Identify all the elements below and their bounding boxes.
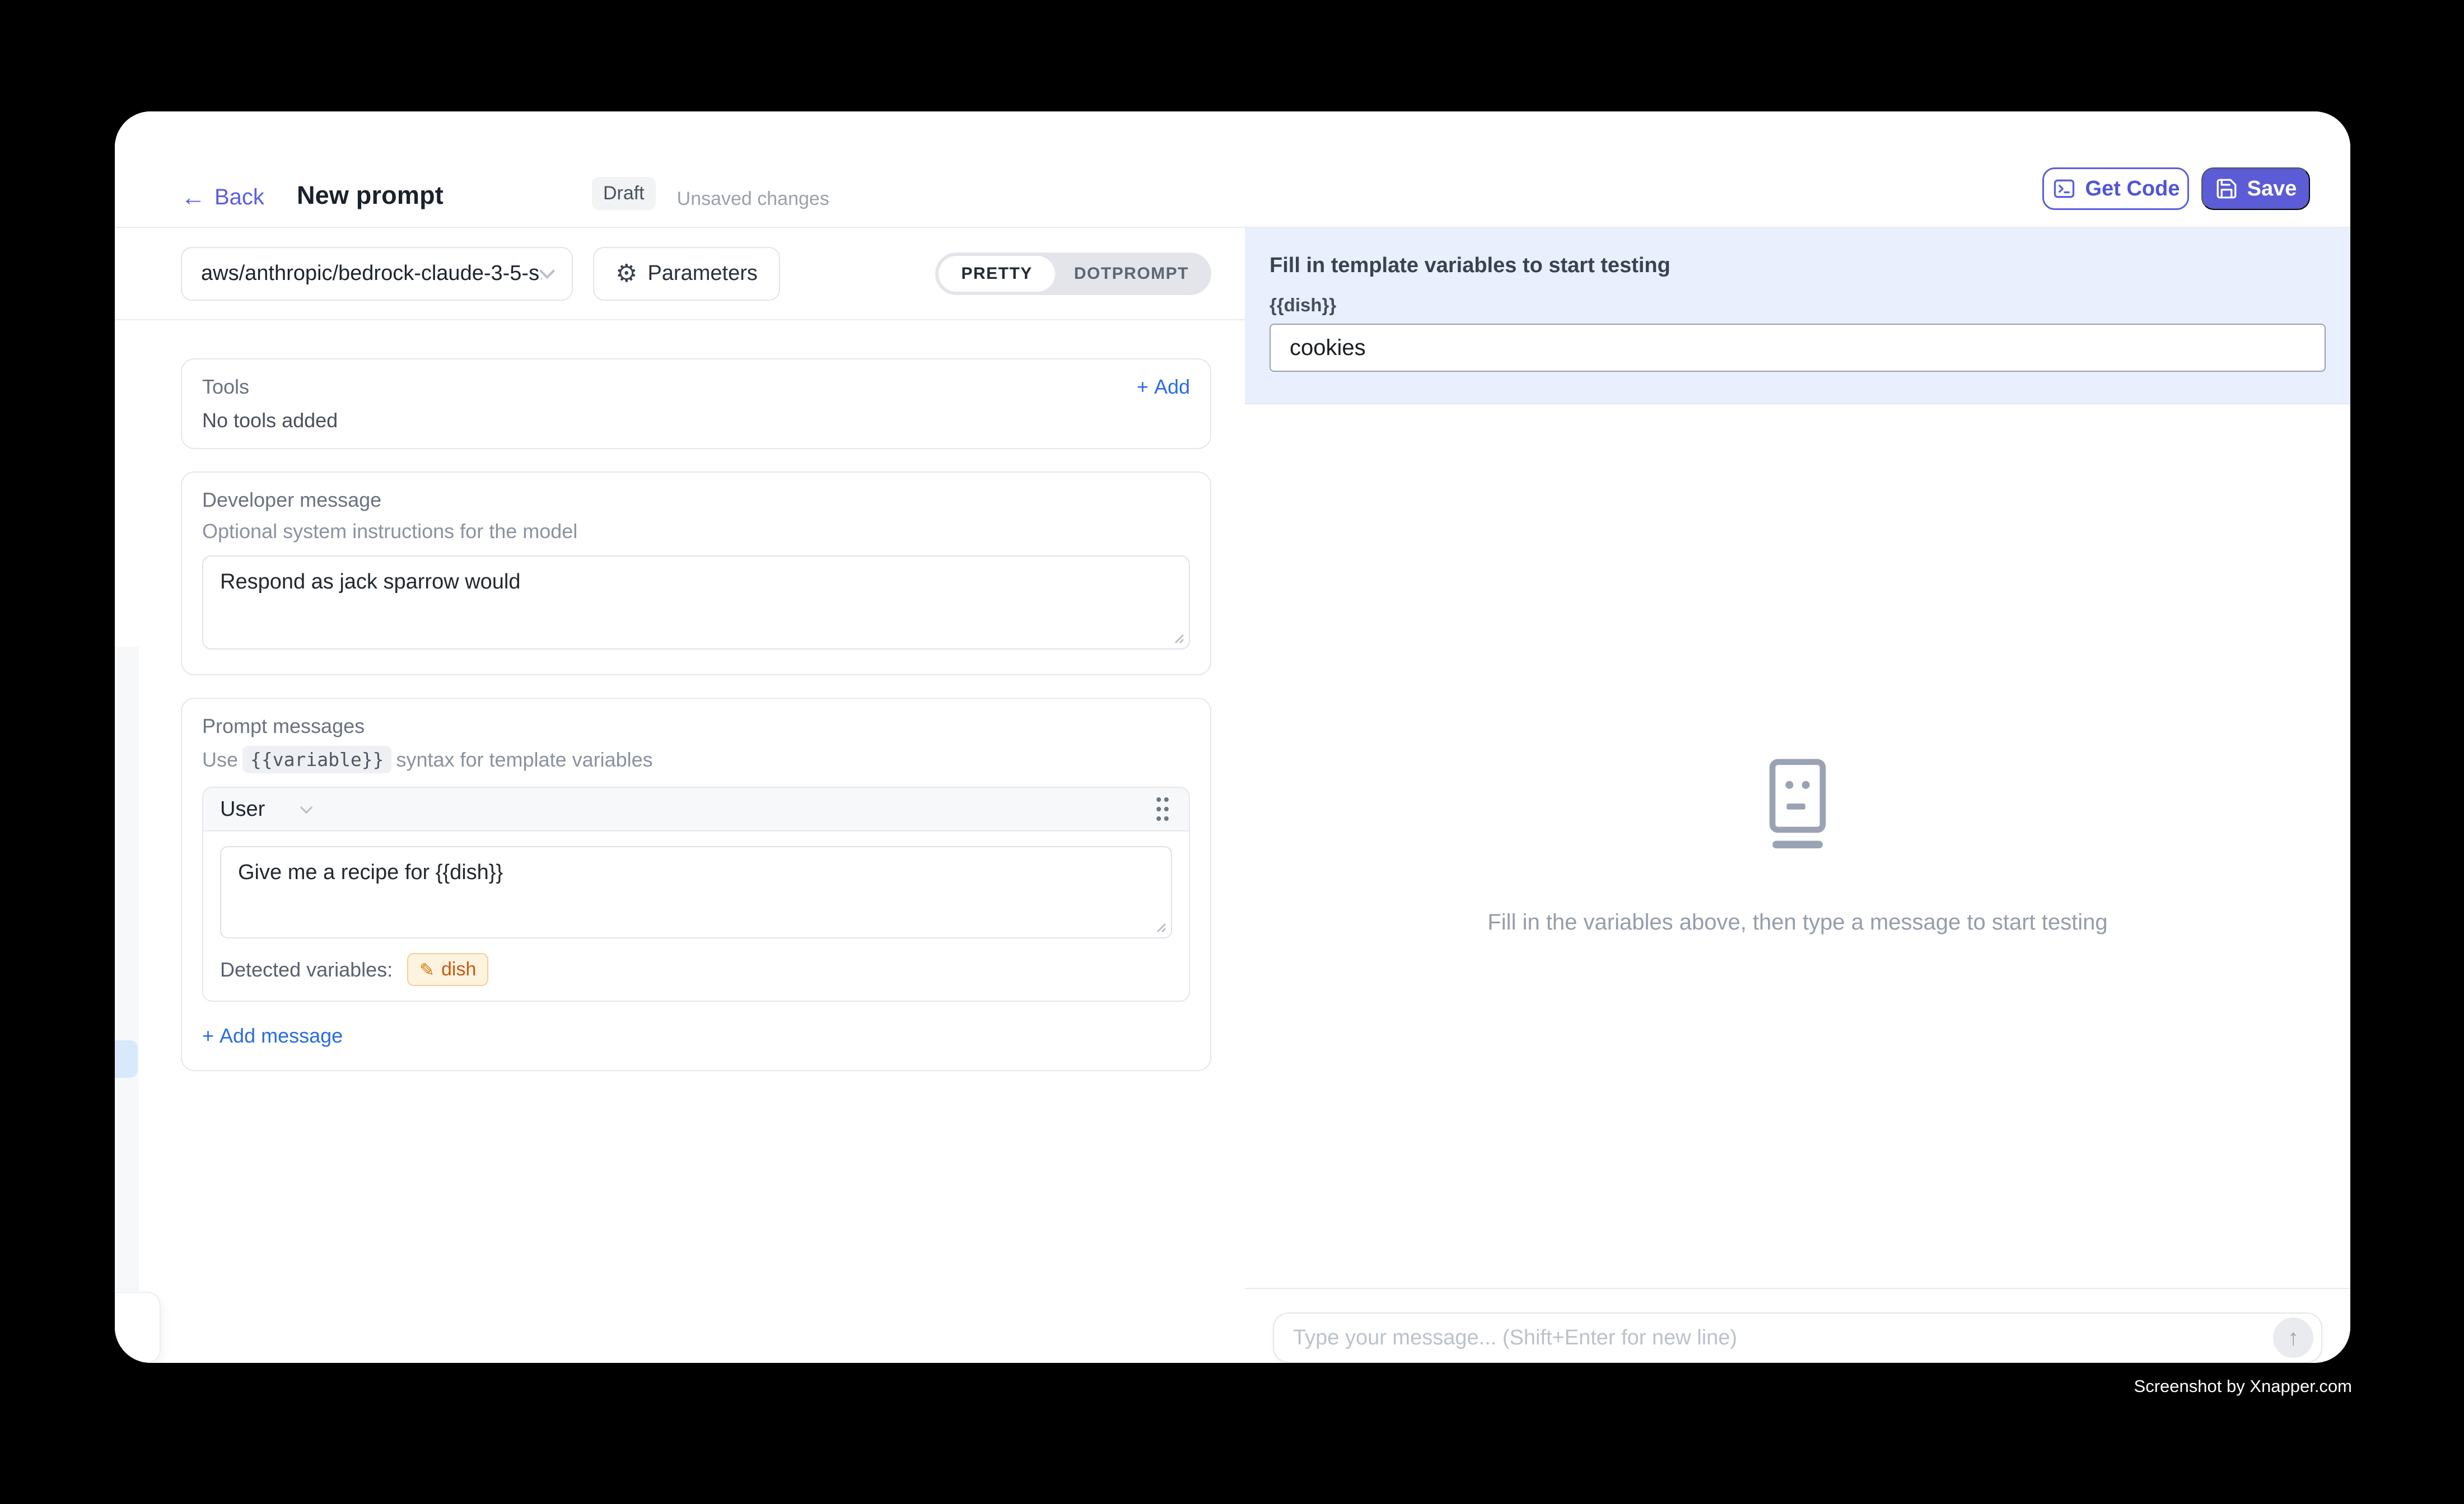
send-arrow-icon: ↑ [2288, 1325, 2299, 1351]
chevron-down-icon [300, 801, 313, 814]
message-block: User Give me a recipe for {{dish}} [202, 787, 1190, 1002]
subtitle-suffix: syntax for template variables [396, 748, 652, 772]
variable-syntax-code: {{variable}} [242, 746, 391, 773]
chat-input-container: ↑ [1273, 1313, 2322, 1363]
content-split: aws/anthropic/bedrock-claude-3-5-s... ⚙ … [115, 228, 2350, 1363]
xnapper-watermark: Screenshot by Xnapper.com [2134, 1376, 2352, 1396]
resize-grip-icon[interactable] [1169, 628, 1184, 644]
add-tool-label: Add [1154, 375, 1190, 399]
developer-message-title: Developer message [202, 488, 1190, 512]
back-arrow-icon: ← [181, 185, 206, 210]
add-message-row: + Add message [202, 1024, 1190, 1048]
desktop-background: { "icons": { "back_arrow": "←", "gear": … [0, 0, 2464, 1504]
tools-empty-text: No tools added [202, 409, 1190, 432]
tools-card: Tools + Add No tools added [181, 358, 1211, 449]
back-label: Back [214, 185, 264, 210]
prompt-messages-subtitle: Use {{variable}} syntax for template var… [202, 746, 1190, 773]
template-variables-section: Fill in template variables to start test… [1245, 228, 2350, 404]
add-message-button[interactable]: + Add message [202, 1024, 343, 1048]
model-toolbar: aws/anthropic/bedrock-claude-3-5-s... ⚙ … [115, 228, 1245, 320]
drag-dots-icon [1153, 795, 1172, 824]
empty-state-text: Fill in the variables above, then type a… [1487, 910, 2107, 935]
save-icon [2215, 177, 2238, 200]
sidebar-rail-fragment [115, 647, 139, 1291]
get-code-button[interactable]: Get Code [2042, 167, 2189, 210]
unsaved-changes-text: Unsaved changes [677, 188, 829, 210]
parameters-label: Parameters [647, 261, 757, 286]
message-role-bar: User [203, 788, 1189, 832]
add-message-label: Add message [220, 1024, 343, 1048]
back-button[interactable]: ← Back [181, 185, 264, 210]
variables-heading: Fill in template variables to start test… [1270, 254, 2326, 278]
robot-face-icon [1765, 758, 1831, 852]
gear-icon: ⚙ [615, 261, 637, 286]
view-mode-toggle: PRETTY DOTPROMPT [935, 253, 1211, 295]
model-selector-value: aws/anthropic/bedrock-claude-3-5-s... [201, 261, 542, 286]
draft-status-badge: Draft [592, 177, 656, 210]
subtitle-prefix: Use [202, 748, 238, 772]
resize-grip-icon[interactable] [1151, 917, 1166, 933]
sidebar-popover-fragment [115, 1292, 161, 1363]
chat-area: Fill in the variables above, then type a… [1245, 404, 2350, 1288]
model-selector[interactable]: aws/anthropic/bedrock-claude-3-5-s... [181, 247, 573, 301]
header-bar: ← Back New prompt Draft Unsaved changes … [115, 111, 2350, 228]
save-label: Save [2247, 177, 2297, 201]
dish-variable-input[interactable] [1270, 324, 2326, 372]
role-select-value[interactable]: User [220, 797, 265, 821]
chat-input-bar: ↑ [1245, 1288, 2350, 1363]
drag-handle[interactable] [1153, 795, 1172, 824]
editor-cards: Tools + Add No tools added Developer mes… [115, 320, 1245, 1071]
add-tool-button[interactable]: + Add [1137, 375, 1190, 399]
variable-chip-dish[interactable]: ✎ dish [407, 953, 488, 986]
page-title: New prompt [297, 181, 444, 210]
sidebar-selected-item-fragment[interactable] [115, 1040, 138, 1078]
send-button[interactable]: ↑ [2273, 1318, 2313, 1358]
detected-variables-label: Detected variables: [220, 958, 393, 982]
developer-message-card: Developer message Optional system instru… [181, 471, 1211, 675]
test-panel: Fill in template variables to start test… [1245, 228, 2350, 1363]
parameters-button[interactable]: ⚙ Parameters [593, 247, 780, 301]
developer-message-input[interactable]: Respond as jack sparrow would [202, 555, 1190, 650]
chat-message-input[interactable] [1274, 1326, 2321, 1350]
pencil-icon: ✎ [419, 961, 435, 979]
plus-icon: + [1137, 375, 1149, 399]
prompt-editor-panel: aws/anthropic/bedrock-claude-3-5-s... ⚙ … [115, 228, 1245, 1363]
get-code-label: Get Code [2085, 177, 2180, 201]
prompt-messages-title: Prompt messages [202, 714, 1190, 738]
toggle-pretty[interactable]: PRETTY [939, 256, 1054, 292]
chevron-down-icon [539, 263, 555, 278]
user-message-input[interactable]: Give me a recipe for {{dish}} [220, 846, 1172, 938]
developer-message-subtitle: Optional system instructions for the mod… [202, 520, 1190, 543]
detected-variables-row: Detected variables: ✎ dish [220, 953, 1172, 986]
tools-title: Tools [202, 375, 249, 399]
app-window: ← Back New prompt Draft Unsaved changes … [115, 111, 2350, 1363]
save-button[interactable]: Save [2201, 167, 2310, 210]
dish-variable-label: {{dish}} [1270, 295, 2326, 316]
terminal-icon [2052, 176, 2076, 201]
prompt-messages-card: Prompt messages Use {{variable}} syntax … [181, 698, 1211, 1071]
plus-icon: + [202, 1024, 214, 1048]
variable-chip-label: dish [441, 959, 476, 980]
message-body: Give me a recipe for {{dish}} Detected v… [203, 832, 1189, 1001]
toggle-dotprompt[interactable]: DOTPROMPT [1055, 256, 1208, 292]
